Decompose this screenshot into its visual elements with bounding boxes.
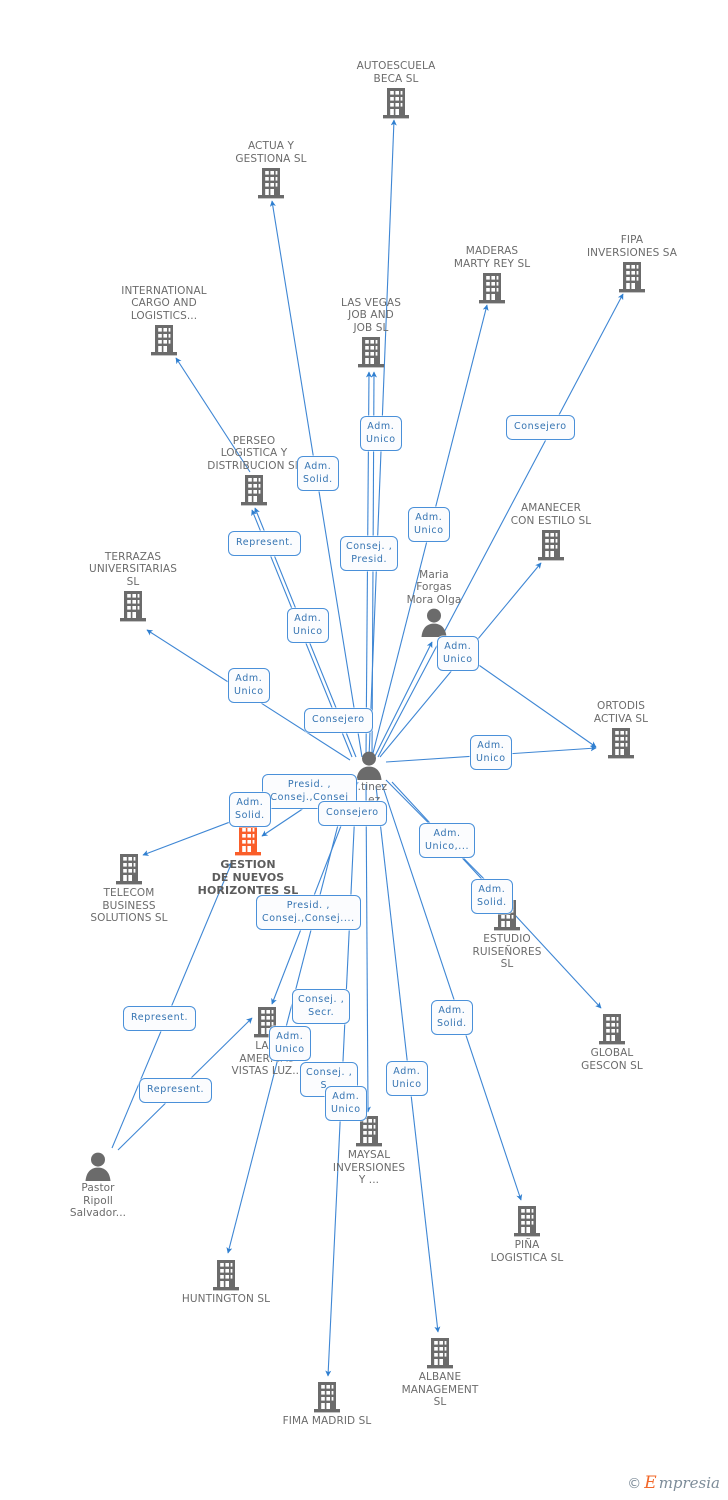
node-label: INTERNATIONAL CARGO AND LOGISTICS... [121, 284, 207, 322]
relation-badge[interactable]: Adm. Solid. [431, 1000, 473, 1035]
person-icon [364, 607, 504, 637]
building-icon [201, 166, 341, 200]
building-icon [457, 1204, 597, 1238]
node-fima[interactable]: FIMA MADRID SL [257, 1380, 397, 1428]
relation-badge[interactable]: Adm. Unico [360, 416, 402, 451]
node-label: ESTUDIO RUISEÑORES SL [472, 933, 542, 970]
relation-badge[interactable]: Adm. Unico [470, 735, 512, 770]
relation-badge[interactable]: Adm. Unico [325, 1086, 367, 1121]
building-icon [481, 528, 621, 562]
relation-badge[interactable]: Adm. Unico,... [419, 823, 476, 858]
watermark-brand-initial: E [644, 1473, 657, 1493]
node-label: FIMA MADRID SL [282, 1415, 372, 1427]
relation-badge[interactable]: Adm. Unico [287, 608, 329, 643]
node-mariaforgas[interactable]: Maria Forgas Mora Olga [364, 568, 504, 637]
node-label: TERRAZAS UNIVERSITARIAS SL [89, 550, 177, 588]
building-icon [178, 823, 318, 857]
relation-badge[interactable]: Consejero [506, 415, 575, 440]
node-pastor[interactable]: Pastor Ripoll Salvador... [28, 1151, 168, 1220]
copyright-icon: © [627, 1475, 642, 1492]
node-label: Pastor Ripoll Salvador... [69, 1182, 127, 1219]
node-label: AUTOESCUELA BECA SL [356, 60, 436, 85]
node-label: ACTUA Y GESTIONA SL [235, 140, 307, 165]
node-maysal[interactable]: MAYSAL INVERSIONES Y ... [299, 1114, 439, 1187]
node-label: TELECOM BUSINESS SOLUTIONS SL [90, 887, 168, 924]
building-icon [63, 589, 203, 623]
node-huntington[interactable]: HUNTINGTON SL [156, 1258, 296, 1306]
relation-badge[interactable]: Adm. Unico [437, 636, 479, 671]
edge-hub-to-maysal [364, 783, 371, 1113]
node-label: HUNTINGTON SL [181, 1293, 271, 1305]
node-global[interactable]: GLOBAL GESCON SL [542, 1012, 682, 1072]
relation-badge[interactable]: Consej. , Presid. [340, 536, 399, 571]
node-label: AMANECER CON ESTILO SL [510, 502, 592, 527]
building-icon [562, 260, 702, 294]
relation-badge[interactable]: Adm. Solid. [471, 879, 513, 914]
relation-badge[interactable]: Represent. [139, 1078, 213, 1103]
node-actua[interactable]: ACTUA Y GESTIONA SL [201, 140, 341, 200]
node-label: MAYSAL INVERSIONES Y ... [332, 1149, 406, 1186]
building-icon [59, 852, 199, 886]
node-label: PIÑA LOGISTICA SL [490, 1239, 564, 1264]
relation-badge[interactable]: Consejero [318, 801, 387, 826]
building-icon [326, 86, 466, 120]
edge-hub-to-albane [375, 785, 441, 1333]
node-label: FIPA INVERSIONES SA [586, 234, 678, 259]
node-internacional[interactable]: INTERNATIONAL CARGO AND LOGISTICS... [94, 285, 234, 358]
building-icon [551, 726, 691, 760]
node-fipa[interactable]: FIPA INVERSIONES SA [562, 234, 702, 294]
empresia-watermark: © E mpresia [627, 1475, 720, 1492]
node-label: ORTODIS ACTIVA SL [593, 700, 649, 725]
building-icon [542, 1012, 682, 1046]
node-maderas[interactable]: MADERAS MARTY REY SL [422, 245, 562, 305]
watermark-brand-name: mpresia [658, 1474, 720, 1492]
relation-badge[interactable]: Represent. [123, 1006, 197, 1031]
relation-badge[interactable]: Represent. [228, 531, 302, 556]
relation-badge[interactable]: Adm. Solid. [297, 456, 339, 491]
relation-badge[interactable]: Adm. Solid. [229, 792, 271, 827]
node-label: GLOBAL GESCON SL [581, 1047, 643, 1072]
building-icon [299, 1114, 439, 1148]
relation-badge[interactable]: Consej. , Secr. [292, 989, 351, 1024]
relation-badge[interactable]: Presid. , Consej.,Consej.... [256, 895, 361, 930]
person-icon [28, 1151, 168, 1181]
node-ortodis[interactable]: ORTODIS ACTIVA SL [551, 700, 691, 760]
node-label: GESTION DE NUEVOS HORIZONTES SL [197, 858, 299, 897]
relation-badge[interactable]: Adm. Unico [269, 1026, 311, 1061]
building-icon [257, 1380, 397, 1414]
node-gestion[interactable]: GESTION DE NUEVOS HORIZONTES SL [178, 823, 318, 897]
relation-badge[interactable]: Consejero [304, 708, 373, 733]
building-icon [94, 323, 234, 357]
node-terrazas[interactable]: TERRAZAS UNIVERSITARIAS SL [63, 551, 203, 624]
relation-badge[interactable]: Adm. Unico [408, 507, 450, 542]
building-icon [422, 271, 562, 305]
building-icon [156, 1258, 296, 1292]
building-icon [370, 1336, 510, 1370]
node-amanecer[interactable]: AMANECER CON ESTILO SL [481, 502, 621, 562]
building-icon [301, 335, 441, 369]
relation-badge[interactable]: Adm. Unico [386, 1061, 428, 1096]
node-autoescuela[interactable]: AUTOESCUELA BECA SL [326, 60, 466, 120]
node-label: LAS VEGAS JOB AND JOB SL [341, 296, 401, 334]
node-lasvegas[interactable]: LAS VEGAS JOB AND JOB SL [301, 297, 441, 370]
edge-hub-to-mariaforgas [373, 641, 433, 759]
node-telecom[interactable]: TELECOM BUSINESS SOLUTIONS SL [59, 852, 199, 925]
node-label: Maria Forgas Mora Olga [406, 568, 462, 606]
node-label: MADERAS MARTY REY SL [453, 245, 531, 270]
node-pina[interactable]: PIÑA LOGISTICA SL [457, 1204, 597, 1264]
relation-badge[interactable]: Adm. Unico [228, 668, 270, 703]
